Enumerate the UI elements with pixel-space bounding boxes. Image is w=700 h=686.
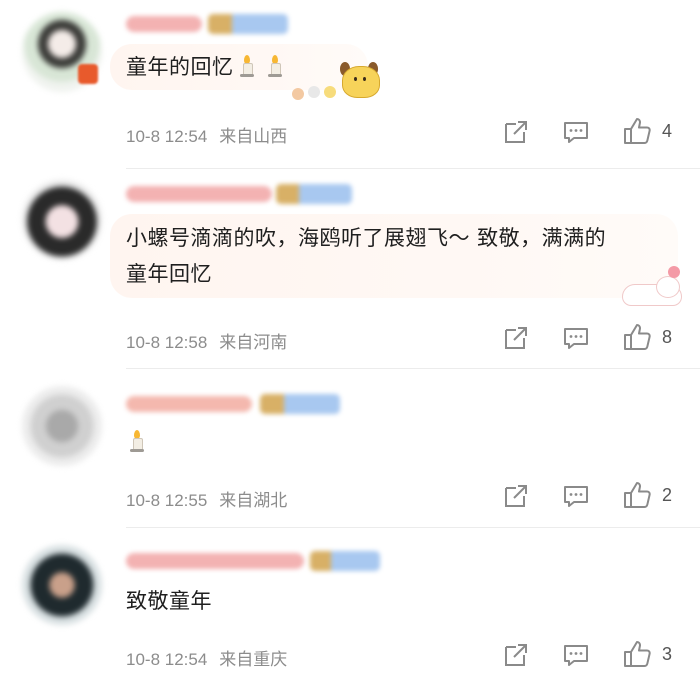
like-button[interactable] [622,116,652,146]
thumbs-up-icon [624,118,651,144]
comment-button[interactable] [562,118,590,148]
thumbs-up-icon [624,324,651,350]
candle-emoji [267,55,282,77]
share-icon [505,644,527,666]
avatar[interactable] [22,180,102,260]
like-count: 4 [662,121,673,141]
divider [126,527,700,528]
comment-location: 来自河南 [219,333,288,352]
comment-item: 10-8 12:55 来自湖北 2 [0,370,700,526]
like-button[interactable] [622,322,652,352]
share-button[interactable] [502,482,530,512]
share-icon [505,121,527,143]
comment-date: 10-8 12:54 [126,650,208,669]
username-blurred[interactable] [126,396,252,412]
comment-date: 10-8 12:54 [126,127,208,146]
share-icon [505,485,527,507]
comment-text-content: 致敬童年 [126,589,212,613]
comment-button[interactable] [562,641,590,671]
comment-icon [564,328,588,349]
comment-item: 致敬童年 10-8 12:54 来自重庆 3 [0,529,700,686]
comment-text-line: 小螺号滴滴的吹，海鸥听了展翅飞～ 致敬，满满的 [126,226,607,250]
share-button[interactable] [502,641,530,671]
sticker-mini [324,86,336,98]
comment-button[interactable] [562,324,590,354]
comment-item: 小螺号滴滴的吹，海鸥听了展翅飞～ 致敬，满满的 童年回忆 10-8 12:58 来… [0,170,700,366]
like-count: 3 [662,644,673,664]
comment-location: 来自湖北 [219,491,288,510]
username-blurred[interactable] [126,186,272,202]
thumbs-up-icon [624,482,651,508]
comment-meta: 10-8 12:54 来自山西 [126,122,287,147]
like-button[interactable] [622,639,652,669]
comment-icon [564,645,588,666]
divider [126,168,700,169]
sticker-mini [308,86,320,98]
thumbs-up-icon [624,641,651,667]
share-button[interactable] [502,118,530,148]
comment-meta: 10-8 12:54 来自重庆 [126,645,287,670]
comment-text-content: 童年的回忆 [126,55,234,79]
candle-emoji [239,55,254,77]
comment-meta: 10-8 12:58 来自河南 [126,328,287,353]
avatar[interactable] [22,545,102,625]
sticker-mini [292,88,304,100]
like-count: 8 [662,327,673,347]
user-badge-blurred [260,394,340,414]
pompompurin-sticker [336,60,382,100]
comment-text[interactable]: 致敬童年 [126,583,212,619]
comment-text[interactable] [126,424,144,460]
user-badge-blurred [208,14,288,34]
comment-text[interactable]: 小螺号滴滴的吹，海鸥听了展翅飞～ 致敬，满满的 童年回忆 [126,220,606,292]
share-button[interactable] [502,324,530,354]
share-icon [505,327,527,349]
comment-text[interactable]: 童年的回忆 [126,49,282,85]
candle-emoji [130,430,144,452]
username-blurred[interactable] [126,553,304,569]
avatar[interactable] [22,386,102,466]
user-badge-blurred [276,184,352,204]
comment-icon [564,486,588,507]
divider [126,368,700,369]
like-count: 2 [662,485,673,505]
avatar-badge [78,64,98,84]
comment-meta: 10-8 12:55 来自湖北 [126,486,287,511]
comment-location: 来自山西 [219,127,288,146]
comment-item: 童年的回忆 10-8 12:54 来自山西 4 [0,0,700,170]
comment-icon [564,122,588,143]
user-badge-blurred [310,551,380,571]
username-blurred[interactable] [126,16,202,32]
comment-text-line: 童年回忆 [126,262,212,286]
comment-location: 来自重庆 [219,650,288,669]
like-button[interactable] [622,480,652,510]
sleeping-cat-sticker [612,266,684,306]
comment-button[interactable] [562,482,590,512]
comment-date: 10-8 12:58 [126,333,208,352]
comment-date: 10-8 12:55 [126,491,208,510]
